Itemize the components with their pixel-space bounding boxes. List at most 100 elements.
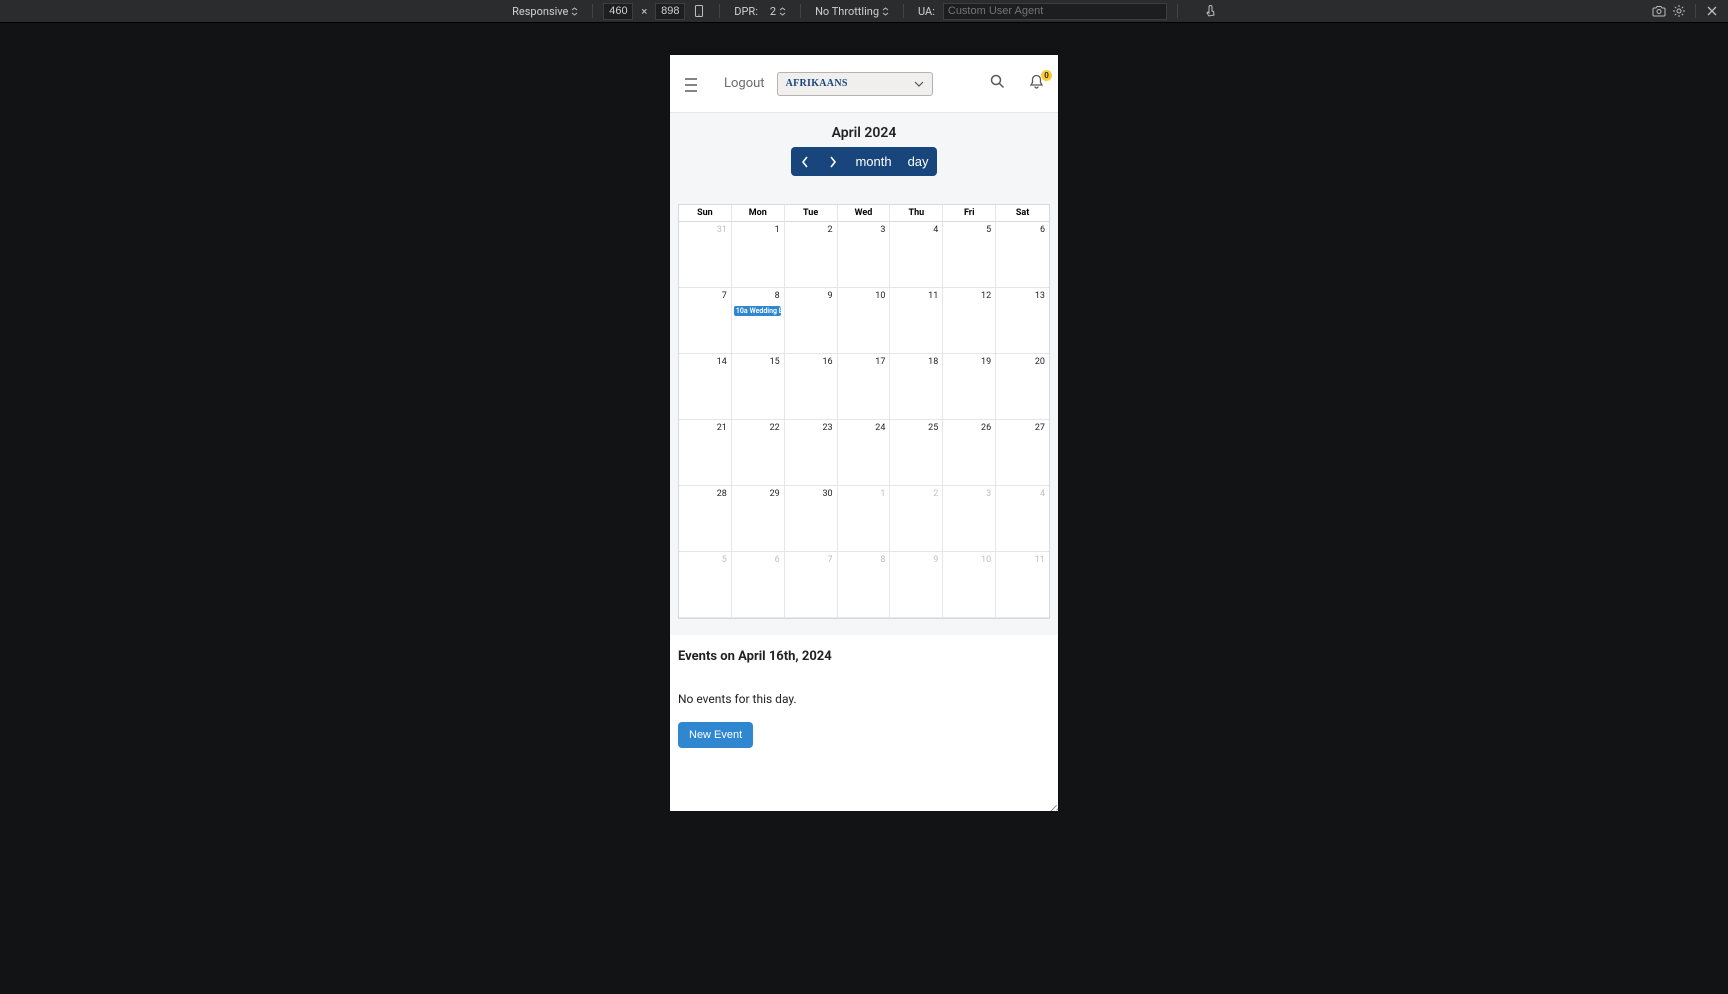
- cell-day-number: 18: [892, 356, 939, 368]
- calendar-cell[interactable]: 22: [732, 420, 785, 486]
- new-event-button[interactable]: New Event: [678, 722, 753, 748]
- calendar-cell[interactable]: 24: [838, 420, 891, 486]
- calendar-cell[interactable]: 15: [732, 354, 785, 420]
- rotate-device-button[interactable]: [689, 1, 709, 21]
- cell-day-number: 8: [734, 290, 781, 302]
- calendar-cell[interactable]: 18: [890, 354, 943, 420]
- no-events-message: No events for this day.: [678, 692, 1050, 706]
- dimension-separator: ×: [637, 5, 651, 18]
- calendar-cell[interactable]: 7: [679, 288, 732, 354]
- responsive-mode-select[interactable]: Responsive: [508, 5, 582, 18]
- throttling-select[interactable]: No Throttling: [811, 5, 893, 18]
- cell-day-number: 9: [892, 554, 939, 566]
- ua-input[interactable]: [943, 3, 1167, 20]
- calendar-cell[interactable]: 30: [785, 486, 838, 552]
- calendar-cell[interactable]: 19: [943, 354, 996, 420]
- calendar-area: April 2024 month day: [670, 113, 1058, 635]
- calendar-cell[interactable]: 10: [838, 288, 891, 354]
- dpr-select[interactable]: 2: [766, 5, 790, 18]
- settings-button[interactable]: [1669, 1, 1689, 21]
- calendar-cell[interactable]: 9: [890, 552, 943, 618]
- weekday-header: Sun: [679, 205, 732, 222]
- menu-button[interactable]: [684, 77, 702, 91]
- cell-day-number: 5: [945, 224, 992, 236]
- cell-day-number: 22: [734, 422, 781, 434]
- cell-day-number: 7: [787, 554, 834, 566]
- responsive-label: Responsive: [512, 5, 568, 18]
- calendar-cell[interactable]: 27: [996, 420, 1049, 486]
- language-value: AFRIKAANS: [786, 78, 848, 89]
- close-button[interactable]: [1702, 1, 1722, 21]
- calendar-cell[interactable]: 4: [890, 222, 943, 288]
- cell-day-number: 3: [840, 224, 887, 236]
- touch-icon: [1204, 4, 1216, 18]
- cell-day-number: 9: [787, 290, 834, 302]
- screenshot-button[interactable]: [1649, 1, 1669, 21]
- calendar-cell[interactable]: 5: [679, 552, 732, 618]
- touch-simulation-button[interactable]: [1200, 1, 1220, 21]
- day-view-button[interactable]: day: [900, 147, 937, 176]
- calendar-cell[interactable]: 9: [785, 288, 838, 354]
- calendar-cell[interactable]: 8 10aWedding B: [732, 288, 785, 354]
- next-button[interactable]: [819, 147, 847, 176]
- cell-day-number: 12: [945, 290, 992, 302]
- viewport-width-input[interactable]: [603, 3, 633, 20]
- calendar-cell[interactable]: 1: [732, 222, 785, 288]
- calendar-cell[interactable]: 3: [943, 486, 996, 552]
- resize-handle[interactable]: [1048, 801, 1058, 811]
- viewport-height-input[interactable]: [655, 3, 685, 20]
- app-frame: Logout AFRIKAANS 0: [670, 55, 1058, 811]
- calendar-cell[interactable]: 6: [732, 552, 785, 618]
- calendar-cell[interactable]: 5: [943, 222, 996, 288]
- prev-button[interactable]: [791, 147, 819, 176]
- notifications-button[interactable]: 0: [1029, 74, 1044, 94]
- calendar-event[interactable]: 10aWedding B: [734, 306, 781, 316]
- calendar-grid: SunMonTueWedThuFriSat 311234567810aWeddi…: [678, 204, 1050, 619]
- chevron-right-icon: [829, 156, 837, 168]
- calendar-cell[interactable]: 14: [679, 354, 732, 420]
- calendar-cell[interactable]: 21: [679, 420, 732, 486]
- calendar-cell[interactable]: 20: [996, 354, 1049, 420]
- dpr-value: 2: [770, 5, 776, 18]
- language-select[interactable]: AFRIKAANS: [777, 72, 933, 96]
- cell-day-number: 6: [998, 224, 1046, 236]
- cell-day-number: 1: [734, 224, 781, 236]
- calendar-cell[interactable]: 3: [838, 222, 891, 288]
- calendar-cell[interactable]: 13: [996, 288, 1049, 354]
- weekday-header: Fri: [943, 205, 996, 222]
- month-view-button[interactable]: month: [847, 147, 899, 176]
- weekday-header: Mon: [732, 205, 785, 222]
- calendar-cell[interactable]: 10: [943, 552, 996, 618]
- calendar-cell[interactable]: 16: [785, 354, 838, 420]
- calendar-cell[interactable]: 2: [890, 486, 943, 552]
- cell-day-number: 16: [787, 356, 834, 368]
- calendar-cell[interactable]: 11: [890, 288, 943, 354]
- gear-icon: [1672, 4, 1686, 18]
- calendar-cell[interactable]: 4: [996, 486, 1049, 552]
- cell-day-number: 28: [681, 488, 728, 500]
- cell-day-number: 31: [681, 224, 728, 236]
- calendar-cell[interactable]: 12: [943, 288, 996, 354]
- cell-day-number: 15: [734, 356, 781, 368]
- calendar-cell[interactable]: 25: [890, 420, 943, 486]
- calendar-cell[interactable]: 11: [996, 552, 1049, 618]
- calendar-cell[interactable]: 23: [785, 420, 838, 486]
- calendar-cell[interactable]: 17: [838, 354, 891, 420]
- calendar-cell[interactable]: 26: [943, 420, 996, 486]
- calendar-body: 311234567810aWedding B910111213141516171…: [679, 222, 1049, 618]
- calendar-cell[interactable]: 7: [785, 552, 838, 618]
- calendar-cell[interactable]: 1: [838, 486, 891, 552]
- calendar-cell[interactable]: 6: [996, 222, 1049, 288]
- calendar-cell[interactable]: 31: [679, 222, 732, 288]
- calendar-cell[interactable]: 2: [785, 222, 838, 288]
- search-button[interactable]: [990, 74, 1005, 93]
- calendar-cell[interactable]: 8: [838, 552, 891, 618]
- cell-day-number: 29: [734, 488, 781, 500]
- calendar-cell[interactable]: 29: [732, 486, 785, 552]
- sort-icon: [882, 7, 889, 16]
- calendar-cell[interactable]: 28: [679, 486, 732, 552]
- logout-link[interactable]: Logout: [724, 76, 765, 91]
- event-title: Wedding B: [750, 307, 781, 315]
- event-time: 10a: [736, 307, 748, 315]
- close-icon: [1706, 5, 1718, 17]
